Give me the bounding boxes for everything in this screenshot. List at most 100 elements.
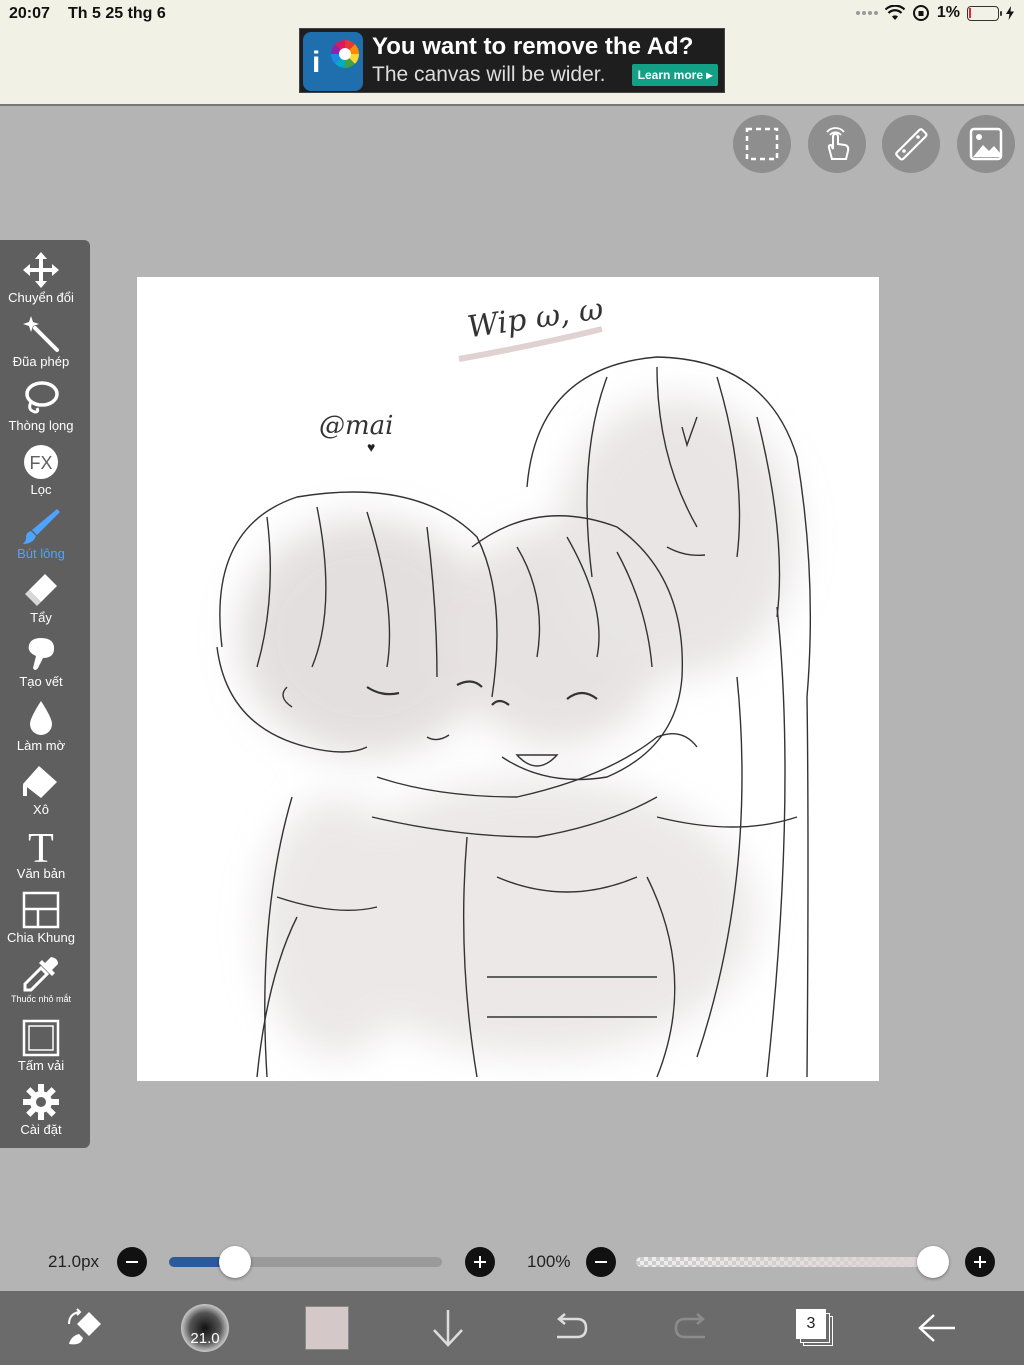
- tool-label: Văn bản: [16, 866, 66, 881]
- opacity-label: 100%: [527, 1252, 571, 1271]
- material-button[interactable]: [957, 115, 1015, 173]
- current-color-swatch: [305, 1306, 349, 1350]
- ruler-button[interactable]: [882, 115, 940, 173]
- undo-icon: [557, 1313, 588, 1339]
- selection-icon: [745, 127, 779, 161]
- tool-label: Tạo vết: [19, 674, 63, 689]
- wifi-icon: [884, 5, 905, 20]
- tool-lasso[interactable]: Thòng lọng: [0, 368, 82, 433]
- fx-filter-icon: FX: [24, 445, 58, 479]
- tool-eraser[interactable]: Tẩy: [0, 560, 82, 625]
- brush-size-increase-button[interactable]: [465, 1247, 495, 1277]
- brush-icon: [23, 509, 60, 544]
- text-icon: T: [28, 826, 54, 866]
- color-swatch-button[interactable]: [302, 1303, 352, 1353]
- tool-transform[interactable]: Chuyển đổi: [0, 240, 82, 305]
- bottom-toolbar: 21.0 3: [0, 1291, 1024, 1365]
- tool-label: Cài đặt: [20, 1122, 62, 1137]
- redo-icon: [674, 1313, 705, 1339]
- tool-label: Tấm vải: [17, 1058, 65, 1073]
- orientation-lock-icon: [912, 5, 929, 21]
- tool-text[interactable]: T Văn bản: [0, 816, 82, 881]
- charging-bolt-icon: [1006, 6, 1014, 20]
- tool-frame-divider[interactable]: Chia Khung: [0, 880, 82, 945]
- redo-button[interactable]: [667, 1303, 717, 1353]
- bucket-icon: [23, 766, 57, 798]
- brush-size-thumb[interactable]: [218, 1246, 251, 1278]
- ibispaint-logo-icon: i: [303, 32, 363, 91]
- tool-label: Tẩy: [30, 610, 52, 625]
- status-bar: 20:07 Th 5 25 thg 6 1%: [0, 0, 1024, 28]
- status-date: Th 5 25 thg 6: [68, 5, 166, 22]
- download-button[interactable]: [423, 1303, 473, 1353]
- eraser-icon: [25, 574, 57, 606]
- ad-subline: The canvas will be wider.: [372, 63, 606, 86]
- ruler-icon: [895, 128, 928, 161]
- back-button[interactable]: [912, 1303, 962, 1353]
- tool-label: Xô: [33, 802, 49, 817]
- sketch-artwork: [216, 326, 812, 1078]
- blur-drop-icon: [30, 701, 52, 735]
- smudge-icon: [28, 638, 55, 670]
- brush-eraser-swap-icon: [68, 1308, 101, 1345]
- hand-touch-icon: [826, 127, 850, 160]
- tool-blur[interactable]: Làm mờ: [0, 688, 82, 753]
- tool-eyedropper[interactable]: Thuốc nhỏ mắt: [0, 944, 82, 1008]
- selection-button[interactable]: [733, 115, 791, 173]
- canvas-icon: [22, 1019, 60, 1057]
- tool-label: Chuyển đổi: [8, 290, 74, 305]
- brush-preview-value: 21.0: [190, 1330, 220, 1347]
- frame-divider-icon: [22, 891, 60, 929]
- tool-label: Thòng lọng: [8, 418, 74, 433]
- status-indicators: 1%: [855, 4, 1014, 22]
- brush-size-slider[interactable]: [169, 1257, 442, 1267]
- brush-preview-button[interactable]: 21.0: [180, 1303, 230, 1353]
- layers-icon: 3: [795, 1308, 835, 1348]
- learn-more-button[interactable]: Learn more ▸: [632, 64, 718, 86]
- tool-swap-button[interactable]: [60, 1303, 110, 1353]
- drawing-canvas[interactable]: Wip ω, ω @mai ♥: [137, 277, 879, 1081]
- hand-touch-button[interactable]: [808, 115, 866, 173]
- layer-count: 3: [796, 1309, 826, 1339]
- tool-label: Chia Khung: [7, 930, 75, 945]
- brush-size-decrease-button[interactable]: [117, 1247, 147, 1277]
- opacity-fill: [636, 1257, 933, 1267]
- layers-button[interactable]: 3: [790, 1303, 840, 1353]
- ad-headline: You want to remove the Ad?: [372, 33, 694, 60]
- opacity-decrease-button[interactable]: [586, 1247, 616, 1277]
- move-arrows-icon: [23, 252, 59, 288]
- arrow-down-icon: [433, 1310, 463, 1347]
- lasso-icon: [25, 381, 59, 414]
- handwriting-signature: @mai: [319, 411, 394, 441]
- svg-text:FX: FX: [29, 453, 52, 473]
- eyedropper-icon: [23, 957, 58, 992]
- gear-icon: [23, 1084, 59, 1120]
- tool-label: Làm mờ: [16, 738, 66, 753]
- tool-brush[interactable]: Bút lông: [0, 496, 82, 561]
- tool-magic-wand[interactable]: Đũa phép: [0, 304, 82, 369]
- tool-label: Bút lông: [17, 546, 65, 561]
- tool-settings[interactable]: Cài đặt: [0, 1072, 82, 1137]
- brush-slider-bar: 21.0px 100%: [0, 1240, 1024, 1288]
- opacity-thumb[interactable]: [917, 1246, 949, 1278]
- status-time: 20:07: [9, 5, 50, 22]
- tool-label: Thuốc nhỏ mắt: [10, 994, 72, 1004]
- svg-text:T: T: [28, 826, 54, 866]
- ad-banner[interactable]: i You want to remove the Ad? The canvas …: [299, 28, 725, 93]
- left-toolbar: Chuyển đổi Đũa phép Thòng lọng FX Lọc Bú…: [0, 240, 90, 1148]
- tool-filter[interactable]: FX Lọc: [0, 432, 82, 497]
- tool-label: Đũa phép: [12, 354, 70, 369]
- battery-icon: [967, 5, 1002, 21]
- opacity-slider[interactable]: [636, 1257, 933, 1267]
- tool-label: Lọc: [30, 482, 52, 497]
- tool-bucket[interactable]: Xô: [0, 752, 82, 817]
- undo-button[interactable]: [545, 1303, 595, 1353]
- ad-area: i You want to remove the Ad? The canvas …: [0, 28, 1024, 106]
- brush-preview-icon: 21.0: [181, 1304, 229, 1352]
- material-image-icon: [969, 127, 1003, 161]
- tool-smudge[interactable]: Tạo vết: [0, 624, 82, 689]
- brush-size-label: 21.0px: [48, 1252, 100, 1271]
- tool-canvas[interactable]: Tấm vải: [0, 1008, 82, 1073]
- opacity-increase-button[interactable]: [965, 1247, 995, 1277]
- heart-icon: ♥: [367, 439, 376, 455]
